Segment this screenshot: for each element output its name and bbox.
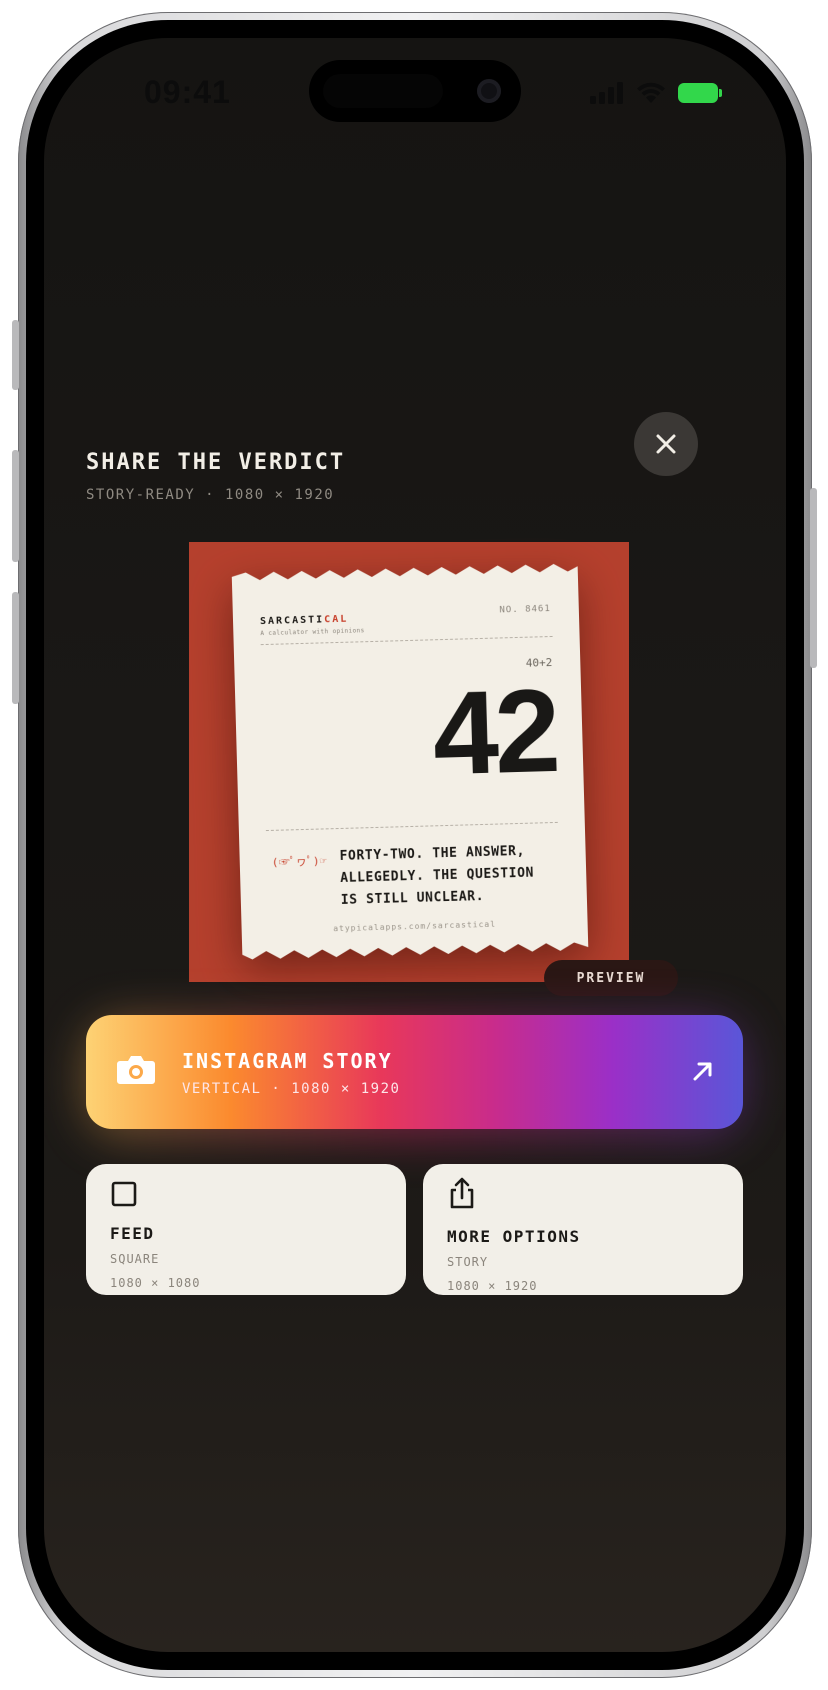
feed-option-title: FEED	[110, 1224, 155, 1243]
receipt-face: (☞ﾟヮﾟ)☞	[271, 854, 328, 869]
close-icon	[656, 434, 676, 454]
receipt-body: SARCASTICAL A calculator with opinions N…	[231, 573, 589, 949]
receipt-footer-url: atypicalapps.com/sarcastical	[333, 919, 497, 934]
dynamic-island	[309, 60, 521, 122]
battery-icon	[678, 83, 722, 103]
volume-up-button	[12, 450, 19, 562]
close-button[interactable]	[634, 412, 698, 476]
volume-down-button	[12, 592, 19, 704]
sheet-subtitle: STORY-READY · 1080 × 1920	[86, 487, 335, 503]
feed-option-kind: SQUARE	[110, 1252, 160, 1266]
wifi-icon	[637, 82, 665, 103]
cellular-signal-icon	[590, 82, 623, 104]
receipt-card: SARCASTICAL A calculator with opinions N…	[231, 563, 589, 960]
receipt-brand: SARCASTICAL	[259, 613, 349, 628]
receipt-divider-lower	[265, 821, 558, 832]
power-button	[810, 488, 817, 668]
more-options-kind: STORY	[447, 1255, 489, 1269]
more-options-button[interactable]: MORE OPTIONS STORY 1080 × 1920	[423, 1164, 743, 1295]
sheet-title: SHARE THE VERDICT	[86, 450, 346, 475]
arrow-up-right-icon	[693, 1062, 712, 1081]
receipt-tagline: A calculator with opinions	[260, 627, 365, 638]
preview-badge: PREVIEW	[544, 960, 678, 996]
status-time: 09:41	[144, 74, 231, 110]
instagram-story-button[interactable]: INSTAGRAM STORY VERTICAL · 1080 × 1920	[86, 1015, 743, 1129]
story-preview: SARCASTICAL A calculator with opinions N…	[189, 542, 629, 982]
square-icon	[111, 1181, 137, 1207]
instagram-title: INSTAGRAM STORY	[182, 1049, 393, 1073]
receipt-verdict: FORTY-TWO. THE ANSWER, ALLEGEDLY. THE QU…	[339, 843, 535, 908]
front-camera-icon	[477, 79, 501, 103]
more-options-title: MORE OPTIONS	[447, 1227, 581, 1246]
receipt-divider	[260, 635, 553, 646]
action-button	[12, 320, 19, 390]
screen: 09:41 SHARE THE VERDICT STORY-READY · 10…	[44, 38, 786, 1652]
camera-icon	[117, 1056, 155, 1084]
more-options-size: 1080 × 1920	[447, 1279, 538, 1293]
share-icon	[450, 1177, 474, 1209]
feed-option-size: 1080 × 1080	[110, 1276, 201, 1290]
receipt-number: NO. 8461	[499, 604, 551, 616]
feed-option-button[interactable]: FEED SQUARE 1080 × 1080	[86, 1164, 406, 1295]
instagram-subtitle: VERTICAL · 1080 × 1920	[182, 1081, 401, 1097]
receipt-result: 42	[431, 664, 559, 801]
status-indicators	[590, 82, 722, 104]
